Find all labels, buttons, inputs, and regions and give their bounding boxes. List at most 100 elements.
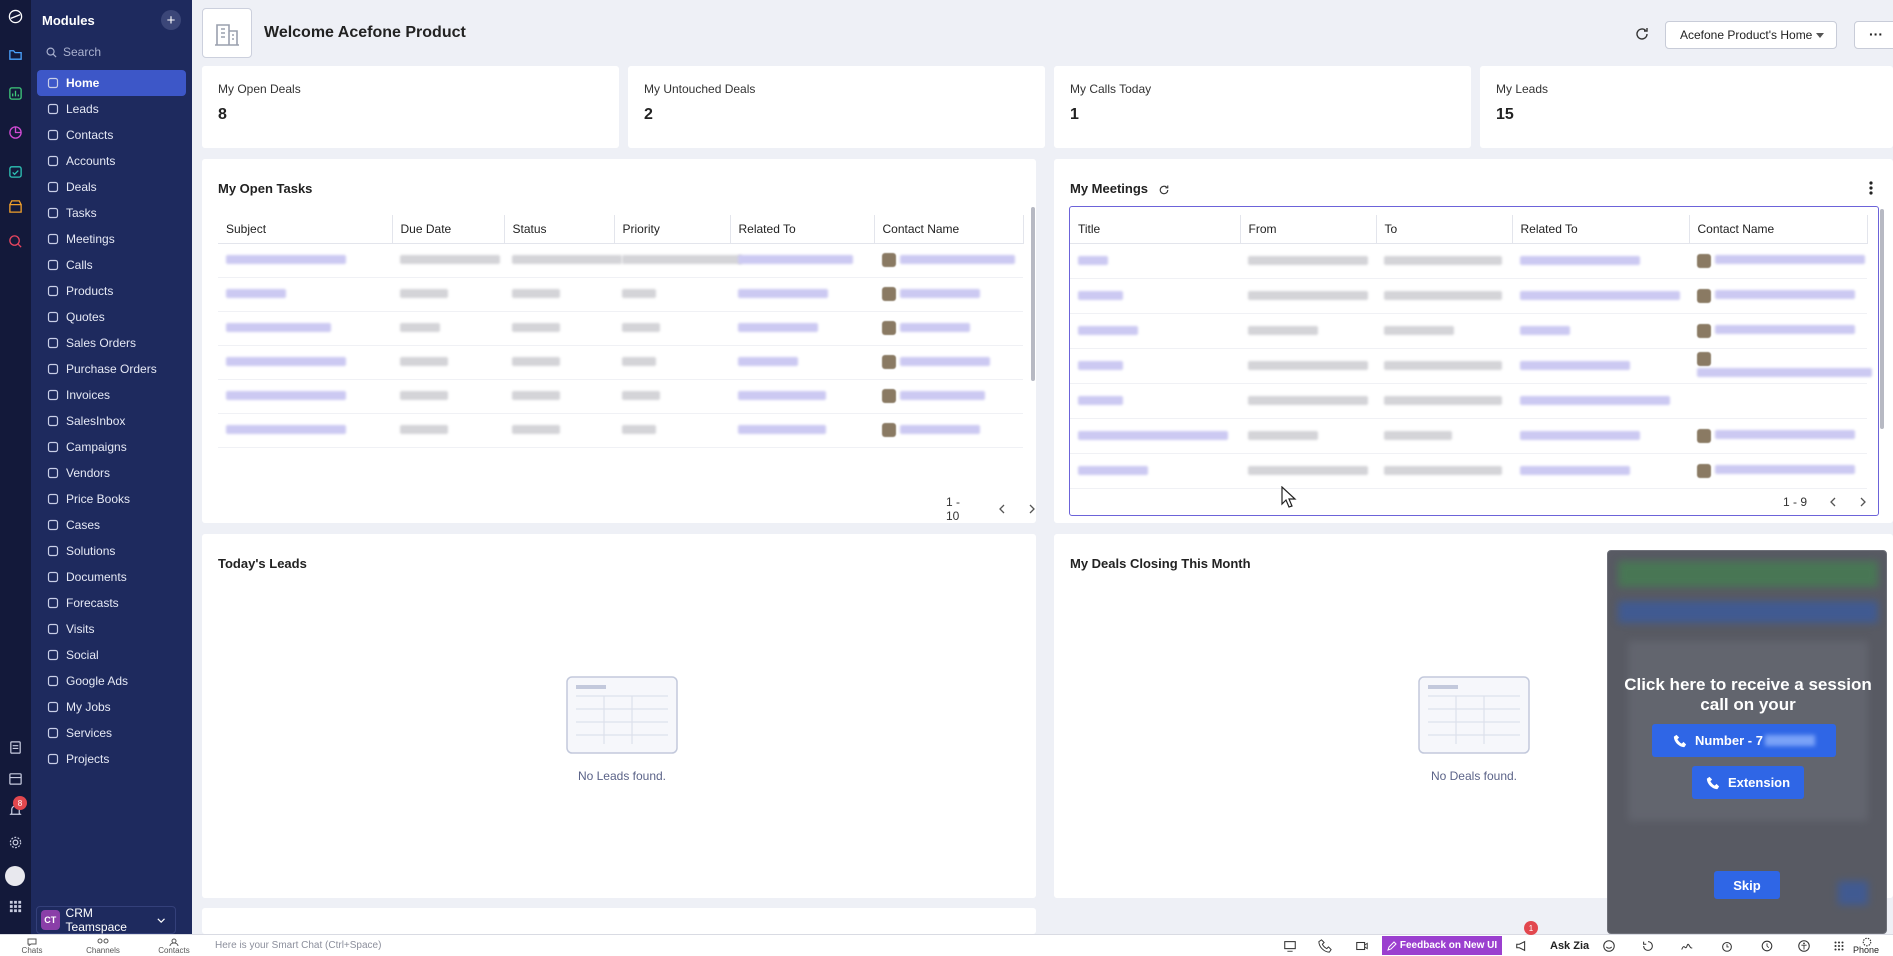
alarm-icon[interactable] [1720, 939, 1734, 953]
table-cell[interactable] [730, 243, 874, 278]
feedback-new-ui-button[interactable]: Feedback on New UI [1382, 936, 1502, 955]
kpi-open-deals[interactable]: My Open Deals 8 [202, 66, 619, 148]
table-row[interactable] [218, 243, 1023, 278]
sidebar-item-my-jobs[interactable]: My Jobs [37, 694, 186, 720]
pie-icon[interactable] [7, 124, 23, 140]
column-header[interactable]: From [1240, 215, 1377, 244]
sidebar-search[interactable]: Search [39, 40, 184, 64]
zoho-logo-icon[interactable] [7, 8, 23, 24]
table-cell[interactable] [218, 277, 392, 312]
table-cell[interactable] [730, 277, 874, 312]
sidebar-item-documents[interactable]: Documents [37, 564, 186, 590]
table-cell[interactable] [1689, 243, 1867, 279]
table-cell[interactable] [874, 413, 1023, 448]
table-cell[interactable] [218, 311, 392, 346]
meetings-refresh-icon[interactable] [1158, 184, 1170, 196]
more-options-button[interactable]: ··· [1854, 21, 1893, 49]
contacts-tab[interactable]: Contacts [154, 938, 194, 955]
table-cell[interactable] [1689, 313, 1867, 349]
table-cell[interactable] [874, 379, 1023, 414]
tasks-scrollbar[interactable] [1031, 207, 1035, 381]
sidebar-item-contacts[interactable]: Contacts [37, 122, 186, 148]
notes-icon[interactable] [7, 739, 23, 755]
sidebar-item-salesinbox[interactable]: SalesInbox [37, 408, 186, 434]
refresh-icon[interactable] [1634, 26, 1650, 42]
sidebar-item-home[interactable]: Home [37, 70, 186, 96]
sidebar-item-social[interactable]: Social [37, 642, 186, 668]
table-cell[interactable] [1689, 278, 1867, 314]
table-cell[interactable] [1512, 418, 1689, 454]
column-header[interactable]: To [1376, 215, 1513, 244]
table-cell[interactable] [1070, 278, 1240, 314]
table-cell[interactable] [218, 379, 392, 414]
table-cell[interactable] [1512, 313, 1689, 349]
sidebar-item-vendors[interactable]: Vendors [37, 460, 186, 486]
calendar-check-icon[interactable] [7, 163, 23, 179]
table-cell[interactable] [1070, 313, 1240, 349]
table-cell[interactable] [218, 345, 392, 380]
announcement-icon[interactable] [1515, 939, 1529, 953]
sidebar-item-leads[interactable]: Leads [37, 96, 186, 122]
prev-page-icon[interactable] [1829, 497, 1837, 507]
kpi-calls-today[interactable]: My Calls Today 1 [1054, 66, 1471, 148]
sidebar-item-solutions[interactable]: Solutions [37, 538, 186, 564]
table-cell[interactable] [1512, 348, 1689, 384]
sidebar-item-visits[interactable]: Visits [37, 616, 186, 642]
apps-grid-icon[interactable] [7, 898, 23, 914]
table-cell[interactable] [1689, 418, 1867, 454]
table-cell[interactable] [1512, 243, 1689, 279]
meetings-scrollbar[interactable] [1880, 209, 1884, 429]
table-cell[interactable] [730, 345, 874, 380]
table-cell[interactable] [874, 345, 1023, 380]
home-selector[interactable]: Acefone Product's Home [1665, 21, 1837, 49]
table-row[interactable] [218, 413, 1023, 448]
table-cell[interactable] [730, 379, 874, 414]
column-header[interactable]: Contact Name [1689, 215, 1868, 244]
table-row[interactable] [1070, 418, 1867, 454]
table-cell[interactable] [874, 311, 1023, 346]
call-extension-button[interactable]: Extension [1692, 766, 1804, 799]
search-analytics-icon[interactable] [7, 233, 23, 249]
user-avatar[interactable] [5, 866, 25, 886]
phone-label[interactable]: Phone [1853, 945, 1879, 955]
table-cell[interactable] [1689, 348, 1872, 384]
ask-zia-button[interactable]: Ask Zia [1550, 940, 1589, 952]
sidebar-item-cases[interactable]: Cases [37, 512, 186, 538]
chats-tab[interactable]: Chats [12, 938, 52, 955]
kpi-untouched-deals[interactable]: My Untouched Deals 2 [628, 66, 1045, 148]
analytics-icon[interactable] [7, 85, 23, 101]
table-cell[interactable] [1070, 243, 1240, 279]
teamspace-switcher[interactable]: CT CRM Teamspace [36, 906, 176, 934]
table-cell[interactable] [1512, 383, 1689, 419]
store-icon[interactable] [7, 198, 23, 214]
table-row[interactable] [1070, 243, 1867, 279]
table-cell[interactable] [1512, 453, 1689, 489]
column-header[interactable]: Due Date [392, 215, 505, 244]
table-row[interactable] [1070, 313, 1867, 349]
table-row[interactable] [218, 345, 1023, 380]
call-number-button[interactable]: Number - 7 [1652, 724, 1836, 757]
table-cell[interactable] [1689, 383, 1867, 419]
column-header[interactable]: Subject [218, 215, 393, 244]
table-cell[interactable] [1070, 348, 1240, 384]
column-header[interactable]: Contact Name [874, 215, 1024, 244]
sidebar-item-services[interactable]: Services [37, 720, 186, 746]
column-header[interactable]: Related To [730, 215, 875, 244]
sidebar-item-price-books[interactable]: Price Books [37, 486, 186, 512]
table-row[interactable] [1070, 348, 1872, 384]
table-cell[interactable] [1070, 418, 1240, 454]
table-row[interactable] [1070, 453, 1867, 489]
table-cell[interactable] [218, 243, 392, 278]
settings-icon[interactable] [7, 834, 23, 850]
smile-icon[interactable] [1602, 939, 1616, 953]
column-header[interactable]: Priority [614, 215, 731, 244]
kebab-menu-icon[interactable] [1869, 181, 1873, 195]
sidebar-item-meetings[interactable]: Meetings [37, 226, 186, 252]
sidebar-item-sales-orders[interactable]: Sales Orders [37, 330, 186, 356]
calendar-icon[interactable] [7, 770, 23, 786]
table-cell[interactable] [1070, 453, 1240, 489]
sidebar-item-purchase-orders[interactable]: Purchase Orders [37, 356, 186, 382]
column-header[interactable]: Related To [1512, 215, 1690, 244]
history-icon[interactable] [1641, 939, 1655, 953]
dialpad-icon[interactable] [1832, 939, 1846, 953]
